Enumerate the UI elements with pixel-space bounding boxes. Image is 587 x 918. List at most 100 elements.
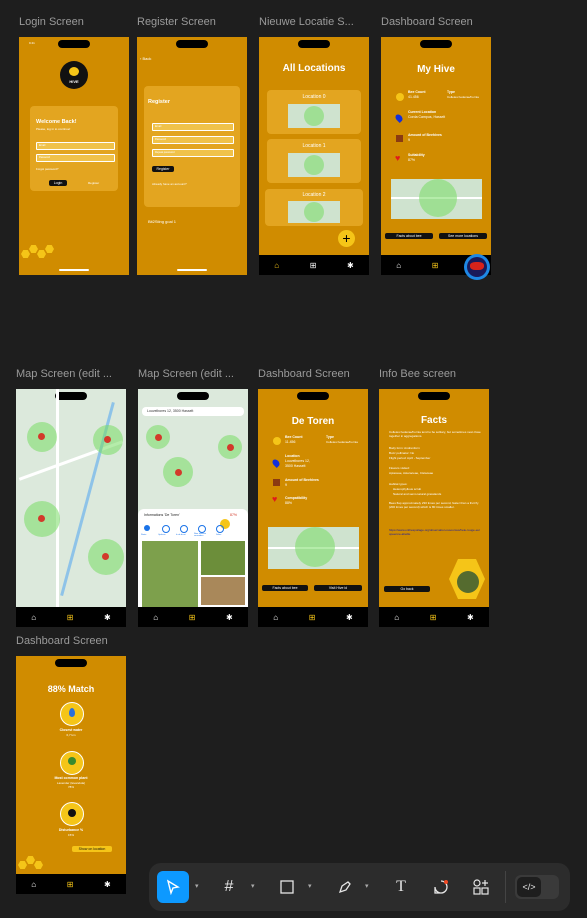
bee-count-value: 11.456 bbox=[285, 440, 296, 444]
register-footer: Bit2Sting goal 1 bbox=[148, 219, 177, 224]
chevron-down-icon[interactable]: ▾ bbox=[251, 882, 255, 890]
register-button[interactable]: Register bbox=[152, 166, 174, 172]
my-hive-frame[interactable]: My Hive Bee Count 41.456 Type Colletes h… bbox=[381, 37, 491, 275]
home-icon[interactable]: ⌂ bbox=[394, 613, 399, 622]
photo-path[interactable] bbox=[142, 541, 198, 607]
locations-frame[interactable]: All Locations Location 0 Location 1 Loca… bbox=[259, 37, 369, 275]
gear-icon[interactable]: ✱ bbox=[347, 261, 354, 270]
send-to-phone-icon[interactable] bbox=[198, 525, 206, 533]
frame-label-dashboard-3[interactable]: Dashboard Screen bbox=[16, 635, 126, 647]
back-link[interactable]: ‹ Back bbox=[140, 56, 151, 62]
have-account-link[interactable]: Already have an account? bbox=[152, 182, 187, 187]
frame-label-register[interactable]: Register Screen bbox=[137, 16, 242, 28]
home-icon[interactable]: ⌂ bbox=[396, 261, 401, 270]
location-pin-icon[interactable] bbox=[175, 469, 182, 476]
match-title: 88% Match bbox=[47, 684, 95, 694]
home-icon[interactable]: ⌂ bbox=[153, 613, 158, 622]
email-field[interactable]: Email bbox=[36, 142, 115, 150]
repeat-password-field[interactable]: Repeat password bbox=[152, 149, 234, 157]
go-back-button[interactable]: Go back bbox=[384, 586, 430, 592]
map-frame-1[interactable]: ⌂ ⊞ ✱ bbox=[16, 389, 126, 627]
hive-map[interactable] bbox=[391, 179, 482, 219]
home-icon[interactable]: ⌂ bbox=[31, 613, 36, 622]
text-tool-icon[interactable]: T bbox=[389, 875, 413, 899]
location-pin-icon[interactable] bbox=[155, 434, 162, 441]
chevron-down-icon[interactable]: ▾ bbox=[365, 882, 369, 890]
match-badge: 87% bbox=[230, 513, 238, 517]
facts-button[interactable]: Facts about bee bbox=[385, 233, 433, 239]
grid-icon[interactable]: ⊞ bbox=[189, 613, 196, 622]
pen-tool-icon[interactable] bbox=[333, 875, 357, 899]
photo-hive[interactable] bbox=[201, 577, 245, 605]
frame-label-info-bee[interactable]: Info Bee screen bbox=[379, 368, 489, 380]
comment-tool-icon[interactable] bbox=[429, 875, 453, 899]
register-link[interactable]: Register bbox=[88, 181, 99, 186]
login-button[interactable]: Login bbox=[49, 180, 67, 186]
location-pin-icon[interactable] bbox=[104, 436, 111, 443]
toren-map[interactable] bbox=[268, 527, 359, 569]
show-on-location-button[interactable]: Show on location bbox=[72, 846, 112, 852]
facts-link[interactable]: https://www.onthespoilage.org/observatio… bbox=[389, 528, 481, 536]
location-pin-icon[interactable] bbox=[38, 515, 45, 522]
grid-icon[interactable]: ⊞ bbox=[430, 613, 437, 622]
forgot-password-link[interactable]: Forgot password? bbox=[36, 167, 58, 172]
location-pin-icon[interactable] bbox=[227, 444, 234, 451]
dev-mode-toggle[interactable]: </> bbox=[515, 875, 559, 899]
visit-hive-button[interactable]: Visit Hive id bbox=[314, 585, 362, 591]
search-input[interactable]: Louvelbores 12, 3500 Hasselt bbox=[142, 407, 244, 416]
info-sheet[interactable]: Informations 'De Toren' 87% Route Opslaa… bbox=[138, 509, 248, 607]
facts-frame[interactable]: Facts Colletes hederae/hornia tend to be… bbox=[379, 389, 489, 627]
grid-icon[interactable]: ⊞ bbox=[67, 613, 74, 622]
map-frame-2[interactable]: Louvelbores 12, 3500 Hasselt Information… bbox=[138, 389, 248, 627]
location-card-1[interactable]: Location 1 bbox=[267, 139, 361, 183]
match-frame[interactable]: 88% Match Closest water 0,7 km Most comm… bbox=[16, 656, 126, 894]
location-pin-icon[interactable] bbox=[38, 433, 45, 440]
home-icon[interactable]: ⌂ bbox=[31, 880, 36, 889]
move-tool-button[interactable] bbox=[157, 871, 189, 903]
type-value: Colletes hederae/hornia bbox=[326, 440, 358, 444]
grid-icon[interactable]: ⊞ bbox=[310, 261, 317, 270]
share-icon[interactable] bbox=[216, 525, 224, 533]
frame-label-map-2[interactable]: Map Screen (edit ... bbox=[138, 368, 248, 380]
gear-icon[interactable]: ✱ bbox=[467, 613, 474, 622]
frame-label-login[interactable]: Login Screen bbox=[19, 16, 124, 28]
rectangle-tool-icon[interactable] bbox=[275, 875, 299, 899]
nearby-icon[interactable] bbox=[180, 525, 188, 533]
gear-icon[interactable]: ✱ bbox=[346, 613, 353, 622]
see-more-locations-button[interactable]: See more locations bbox=[439, 233, 487, 239]
de-toren-frame[interactable]: De Toren Bee Count 11.456 Type Colletes … bbox=[258, 389, 368, 627]
grid-icon[interactable]: ⊞ bbox=[309, 613, 316, 622]
grid-icon[interactable]: ⊞ bbox=[432, 261, 439, 270]
frame-label-dashboard-2[interactable]: Dashboard Screen bbox=[258, 368, 368, 380]
tab-label: Route bbox=[141, 534, 147, 536]
route-icon[interactable] bbox=[144, 525, 150, 531]
gear-icon[interactable]: ✱ bbox=[226, 613, 233, 622]
location-card-0[interactable]: Location 0 bbox=[267, 90, 361, 134]
frame-label-map-1[interactable]: Map Screen (edit ... bbox=[16, 368, 126, 380]
photo-greenery[interactable] bbox=[201, 541, 245, 575]
frame-label-dashboard-1[interactable]: Dashboard Screen bbox=[381, 16, 486, 28]
home-icon[interactable]: ⌂ bbox=[274, 261, 279, 270]
save-icon[interactable] bbox=[162, 525, 170, 533]
password-field[interactable]: Password bbox=[36, 154, 115, 162]
chevron-down-icon[interactable]: ▾ bbox=[195, 882, 199, 890]
actions-icon[interactable] bbox=[469, 875, 493, 899]
home-icon[interactable]: ⌂ bbox=[273, 613, 278, 622]
location-card-2[interactable]: Location 2 bbox=[265, 189, 363, 226]
register-frame[interactable]: ‹ Back Register Email Password Repeat pa… bbox=[137, 37, 247, 275]
add-location-button[interactable]: + bbox=[338, 230, 355, 247]
frame-tool-icon[interactable]: # bbox=[217, 875, 241, 899]
password-field[interactable]: Password bbox=[152, 136, 234, 144]
gear-icon[interactable]: ✱ bbox=[104, 880, 111, 889]
frame-label-locations[interactable]: Nieuwe Locatie S... bbox=[259, 16, 364, 28]
gear-icon[interactable]: ✱ bbox=[104, 613, 111, 622]
phone-notch bbox=[420, 40, 452, 48]
facts-button[interactable]: Facts about bee bbox=[262, 585, 308, 591]
grid-icon[interactable]: ⊞ bbox=[67, 880, 74, 889]
login-frame[interactable]: 9:41 HIVE Welcome Back! Please, log in t… bbox=[19, 37, 129, 275]
bee-icon bbox=[69, 67, 79, 76]
email-field[interactable]: Email bbox=[152, 123, 234, 131]
location-pin-icon[interactable] bbox=[102, 553, 109, 560]
chevron-down-icon[interactable]: ▾ bbox=[308, 882, 312, 890]
avatar[interactable] bbox=[464, 254, 490, 280]
